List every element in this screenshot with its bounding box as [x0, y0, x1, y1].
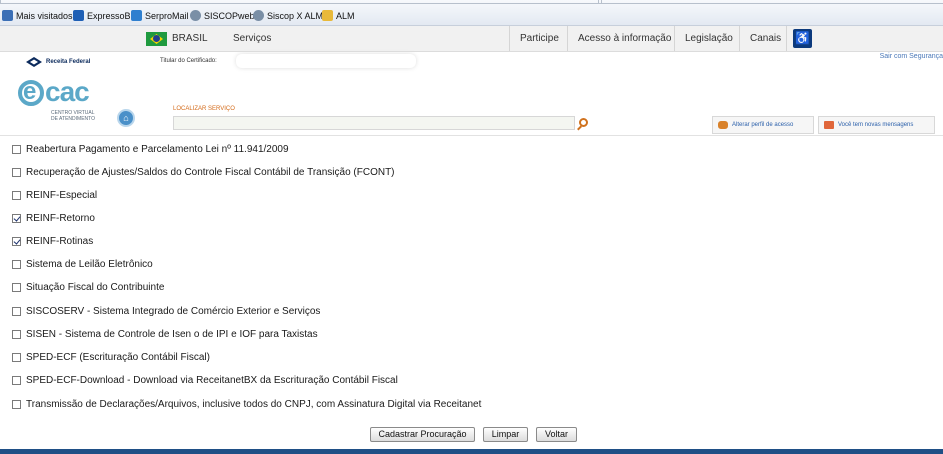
service-checkbox[interactable]: [12, 329, 21, 339]
gov-link-acesso-informacao[interactable]: Acesso à informação: [567, 26, 681, 51]
bookmark-siscopweb[interactable]: SISCOPweb: [190, 10, 255, 21]
service-checkbox[interactable]: [12, 236, 21, 246]
ecac-logo: e cac CENTRO VIRTUAL DE ATENDIMENTO: [18, 76, 113, 128]
footer-bar: [0, 449, 943, 454]
receita-federal-logo: Receita Federal: [25, 56, 90, 68]
logout-link[interactable]: Sair com Segurança: [880, 53, 943, 60]
service-checkbox[interactable]: [12, 213, 21, 223]
service-checkbox[interactable]: [12, 259, 21, 269]
home-icon[interactable]: ⌂: [117, 109, 135, 127]
folder-icon: [322, 10, 333, 21]
gov-brasil-link[interactable]: BRASIL: [172, 33, 208, 44]
gov-bar: BRASIL Serviços Participe Acesso à infor…: [0, 26, 943, 52]
list-item[interactable]: Sistema de Leilão Eletrônico: [12, 256, 153, 272]
tab-strip-edge: [0, 0, 943, 5]
service-checkbox[interactable]: [12, 306, 21, 316]
list-item[interactable]: Reabertura Pagamento e Parcelamento Lei …: [12, 141, 289, 157]
back-button[interactable]: Voltar: [536, 427, 577, 442]
gov-link-legislacao[interactable]: Legislação: [674, 26, 743, 51]
certificate-holder-value: [236, 54, 416, 68]
messages-button[interactable]: Você tem novas mensagens: [818, 116, 935, 134]
certificate-holder-label: Titular do Certificado:: [160, 58, 217, 64]
change-profile-button[interactable]: Alterar perfil de acesso: [712, 116, 814, 134]
envelope-icon: [824, 121, 834, 129]
bookmark-serpromail[interactable]: SerproMail: [131, 10, 189, 21]
service-checkbox[interactable]: [12, 399, 21, 409]
serpromail-icon: [131, 10, 142, 21]
list-item[interactable]: SISEN - Sistema de Controle de Isen o de…: [12, 326, 318, 342]
service-checkbox[interactable]: [12, 352, 21, 362]
bookmark-star-icon: [2, 10, 13, 21]
service-checkbox[interactable]: [12, 375, 21, 385]
globe-icon: [190, 10, 201, 21]
list-item[interactable]: Transmissão de Declarações/Arquivos, inc…: [12, 396, 481, 412]
list-item[interactable]: REINF-Especial: [12, 187, 97, 203]
list-item[interactable]: SPED-ECF (Escrituração Contábil Fiscal): [12, 349, 210, 365]
search-service-input[interactable]: [173, 116, 575, 130]
list-item[interactable]: REINF-Rotinas: [12, 233, 93, 249]
list-item[interactable]: SPED-ECF-Download - Download via Receita…: [12, 372, 398, 388]
list-item[interactable]: Recuperação de Ajustes/Saldos do Control…: [12, 164, 395, 180]
service-checkbox[interactable]: [12, 144, 21, 154]
bookmark-alm[interactable]: ALM: [322, 10, 355, 21]
service-checkbox[interactable]: [12, 167, 21, 177]
globe-icon: [253, 10, 264, 21]
clear-button[interactable]: Limpar: [483, 427, 528, 442]
brazil-flag-icon: [146, 32, 167, 46]
search-service-label: LOCALIZAR SERVIÇO: [173, 106, 235, 112]
bookmark-mais-visitados[interactable]: Mais visitados: [2, 10, 73, 21]
accessibility-icon[interactable]: ♿: [793, 29, 812, 48]
expresso-icon: [73, 10, 84, 21]
gov-link-canais[interactable]: Canais: [739, 26, 791, 51]
list-item[interactable]: REINF-Retorno: [12, 210, 95, 226]
search-icon[interactable]: [579, 118, 588, 127]
users-icon: [718, 121, 728, 129]
gov-link-participe[interactable]: Participe: [509, 26, 569, 51]
service-checkbox[interactable]: [12, 190, 21, 200]
receita-federal-emblem-icon: [26, 57, 42, 67]
bookmarks-toolbar: Mais visitados ExpressoBr SerproMail SIS…: [0, 0, 943, 26]
bookmark-siscop-x-alm[interactable]: Siscop X ALM: [253, 10, 323, 21]
register-power-of-attorney-button[interactable]: Cadastrar Procuração: [370, 427, 475, 442]
service-checkbox[interactable]: [12, 282, 21, 292]
list-item[interactable]: Situação Fiscal do Contribuinte: [12, 279, 164, 295]
list-item[interactable]: SISCOSERV - Sistema Integrado de Comérci…: [12, 303, 320, 319]
gov-services-link[interactable]: Serviços: [233, 33, 271, 44]
ecac-header: Receita Federal Titular do Certificado: …: [0, 52, 943, 136]
form-actions: Cadastrar Procuração Limpar Voltar: [0, 427, 943, 442]
bookmark-expressobr[interactable]: ExpressoBr: [73, 10, 134, 21]
